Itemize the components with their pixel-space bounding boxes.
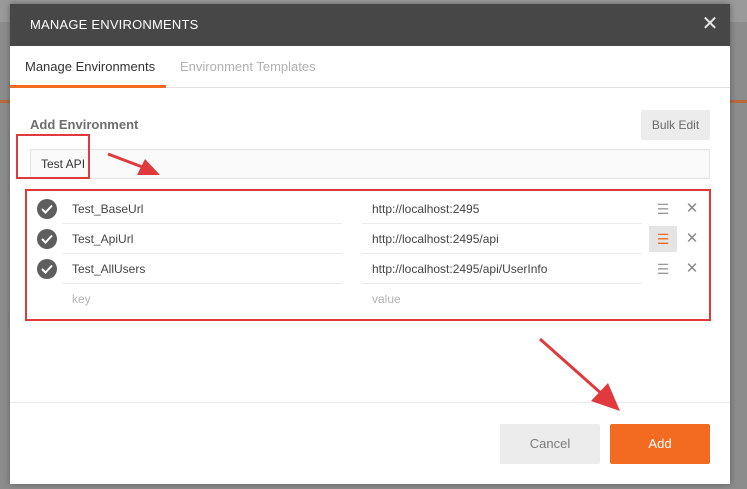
variables-table: Test_BaseUrl http://localhost:2495 ☰ ✕ T…: [25, 189, 711, 321]
tab-manage-environments[interactable]: Manage Environments: [10, 46, 166, 88]
variable-value-input[interactable]: http://localhost:2495/api/UserInfo: [362, 254, 642, 284]
dialog-header: MANAGE ENVIRONMENTS ✕: [10, 4, 730, 46]
new-value-input[interactable]: value: [362, 284, 642, 314]
check-circle-icon[interactable]: [37, 259, 57, 279]
variable-value-input[interactable]: http://localhost:2495: [362, 194, 642, 224]
variable-row: Test_AllUsers http://localhost:2495/api/…: [27, 254, 709, 284]
close-icon[interactable]: ✕: [681, 226, 703, 252]
new-variable-row: key value: [27, 284, 709, 314]
check-circle-icon[interactable]: [37, 199, 57, 219]
close-icon[interactable]: ✕: [681, 256, 703, 282]
variable-row: Test_BaseUrl http://localhost:2495 ☰ ✕: [27, 194, 709, 224]
footer-divider: [10, 402, 730, 403]
close-icon[interactable]: ✕: [698, 12, 722, 36]
hamburger-menu-icon[interactable]: ☰: [649, 226, 677, 252]
environment-name-input[interactable]: Test API: [30, 149, 710, 179]
variable-row: Test_ApiUrl http://localhost:2495/api ☰ …: [27, 224, 709, 254]
tab-environment-templates[interactable]: Environment Templates: [180, 46, 316, 88]
dialog-title: MANAGE ENVIRONMENTS: [30, 17, 199, 32]
variable-value-input[interactable]: http://localhost:2495/api: [362, 224, 642, 254]
cancel-button[interactable]: Cancel: [500, 424, 600, 464]
annotation-highlight-box: [16, 134, 90, 179]
check-circle-icon[interactable]: [37, 229, 57, 249]
new-key-input[interactable]: key: [62, 284, 342, 314]
tab-bar: Manage Environments Environment Template…: [10, 46, 730, 88]
variable-key-input[interactable]: Test_AllUsers: [62, 254, 342, 284]
close-icon[interactable]: ✕: [681, 196, 703, 222]
background-accent-line: [730, 100, 747, 103]
background-accent-line: [0, 100, 10, 103]
hamburger-menu-icon[interactable]: ☰: [649, 196, 677, 222]
bulk-edit-button[interactable]: Bulk Edit: [641, 110, 710, 140]
add-environment-heading: Add Environment: [30, 117, 139, 132]
variable-key-input[interactable]: Test_BaseUrl: [62, 194, 342, 224]
hamburger-menu-icon[interactable]: ☰: [649, 256, 677, 282]
manage-environments-dialog: MANAGE ENVIRONMENTS ✕ Manage Environment…: [10, 4, 730, 484]
add-button[interactable]: Add: [610, 424, 710, 464]
variable-key-input[interactable]: Test_ApiUrl: [62, 224, 342, 254]
